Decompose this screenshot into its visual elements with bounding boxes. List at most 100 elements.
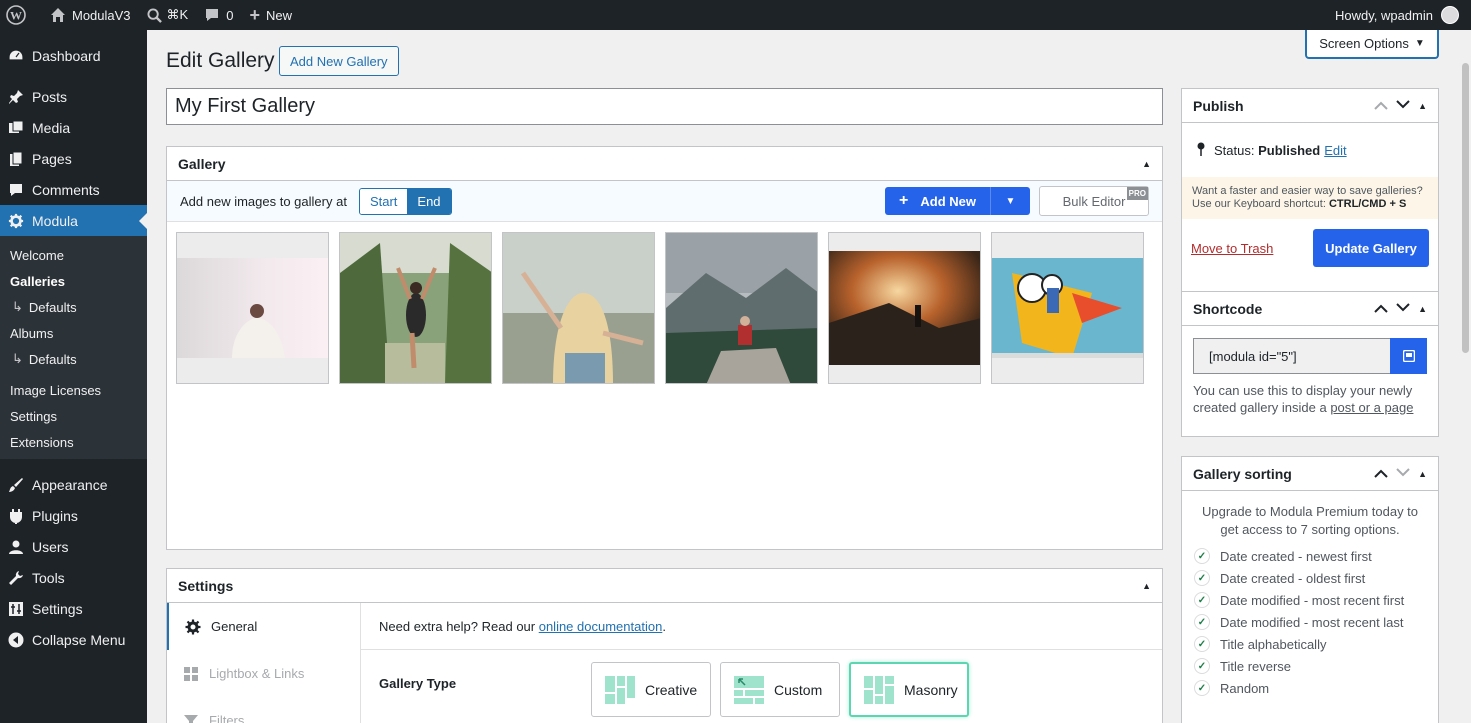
bulk-editor-button[interactable]: Bulk Editor PRO — [1039, 186, 1149, 216]
chevron-up-icon[interactable] — [1374, 301, 1388, 316]
tip-line-2: Use our Keyboard shortcut: CTRL/CMD + S — [1192, 198, 1428, 211]
menu-plugins[interactable]: Plugins — [0, 500, 147, 531]
chevron-up-icon[interactable] — [1374, 98, 1388, 113]
menu-appearance[interactable]: Appearance — [0, 469, 147, 500]
toggle-panel-icon[interactable]: ▲ — [1142, 581, 1151, 591]
sorting-option: ✓ Random — [1182, 677, 1438, 699]
menu-settings[interactable]: Settings — [0, 593, 147, 624]
new-label: New — [265, 7, 292, 23]
wordpress-logo-icon[interactable]: W — [0, 0, 34, 30]
masonry-layout-icon — [864, 675, 894, 704]
add-new-images-button[interactable]: + Add New ▼ — [885, 187, 1030, 215]
site-name-link[interactable]: ModulaV3 — [42, 0, 139, 30]
sub-arrow-icon: ↳ — [12, 351, 23, 366]
submenu-extensions-label: Extensions — [10, 434, 74, 450]
submenu-separator — [0, 374, 147, 375]
insert-end-button[interactable]: End — [407, 188, 451, 214]
menu-pages[interactable]: Pages — [0, 143, 147, 174]
gallery-type-masonry[interactable]: Masonry — [849, 662, 969, 717]
menu-dashboard[interactable]: Dashboard — [0, 40, 147, 71]
edit-status-link[interactable]: Edit — [1324, 143, 1346, 158]
gallery-type-custom[interactable]: Custom — [720, 662, 840, 717]
submenu-albums[interactable]: Albums — [0, 320, 147, 346]
submenu-image-licenses-label: Image Licenses — [10, 382, 102, 398]
wrench-icon — [8, 570, 24, 586]
gallery-image[interactable] — [828, 232, 981, 384]
tip-line-1: Want a faster and easier way to save gal… — [1192, 185, 1423, 197]
menu-comments[interactable]: Comments — [0, 174, 147, 205]
publish-postbox: Publish ▲ Status: Published Edit Want a … — [1181, 88, 1439, 300]
gallery-postbox-header[interactable]: Gallery ▲ — [167, 147, 1162, 181]
toggle-panel-icon[interactable]: ▲ — [1418, 304, 1427, 314]
publish-postbox-header[interactable]: Publish ▲ — [1182, 89, 1438, 123]
shortcode-input[interactable]: [modula id="5"] — [1193, 338, 1390, 374]
gallery-type-masonry-label: Masonry — [904, 681, 958, 698]
update-gallery-button[interactable]: Update Gallery — [1313, 229, 1429, 267]
toggle-panel-icon[interactable]: ▲ — [1418, 101, 1427, 111]
screen-options-button[interactable]: Screen Options ▼ — [1305, 30, 1439, 59]
submenu-gallery-defaults[interactable]: ↳ Defaults — [0, 294, 147, 320]
tab-filters[interactable]: Filters — [167, 697, 360, 723]
menu-tools[interactable]: Tools — [0, 562, 147, 593]
submenu-welcome[interactable]: Welcome — [0, 242, 147, 268]
submenu-album-defaults[interactable]: ↳ Defaults — [0, 346, 147, 372]
gallery-sorting-postbox-header[interactable]: Gallery sorting ▲ — [1182, 457, 1438, 491]
post-or-page-link[interactable]: post or a page — [1330, 400, 1413, 415]
pin-icon — [8, 89, 24, 105]
insert-start-button[interactable]: Start — [359, 188, 408, 214]
tab-filters-label: Filters — [209, 713, 245, 723]
gallery-title-input[interactable]: My First Gallery — [166, 88, 1163, 125]
chevron-down-icon[interactable] — [1396, 466, 1410, 481]
menu-modula[interactable]: Modula — [0, 205, 147, 236]
settings-postbox: Settings ▲ General Lightbox & Links Filt… — [166, 568, 1163, 723]
sub-arrow-icon: ↳ — [12, 299, 23, 314]
shortcode-postbox-header[interactable]: Shortcode ▲ — [1182, 292, 1438, 326]
add-new-images-main[interactable]: + Add New — [885, 187, 990, 215]
chevron-up-icon[interactable] — [1374, 466, 1388, 481]
chevron-down-icon[interactable]: ▼ — [990, 187, 1030, 215]
submenu-galleries[interactable]: Galleries — [0, 268, 147, 294]
copy-shortcode-button[interactable] — [1390, 338, 1427, 374]
howdy-user[interactable]: Howdy, wpadmin — [1335, 8, 1433, 23]
insert-position-toggle: Start End — [358, 187, 452, 215]
new-content-link[interactable]: + New — [241, 0, 300, 30]
add-new-gallery-button[interactable]: Add New Gallery — [279, 46, 399, 76]
move-to-trash-link[interactable]: Move to Trash — [1191, 241, 1273, 256]
pages-icon — [8, 151, 24, 167]
modula-gear-icon — [8, 213, 24, 229]
gallery-image[interactable] — [502, 232, 655, 384]
menu-posts[interactable]: Posts — [0, 81, 147, 112]
submenu-image-licenses[interactable]: Image Licenses — [0, 377, 147, 403]
toggle-panel-icon[interactable]: ▲ — [1418, 469, 1427, 479]
toggle-panel-icon[interactable]: ▲ — [1142, 159, 1151, 169]
help-row: Need extra help? Read our online documen… — [361, 603, 1162, 650]
chevron-down-icon[interactable] — [1396, 98, 1410, 113]
menu-users[interactable]: Users — [0, 531, 147, 562]
tab-general[interactable]: General — [167, 603, 360, 650]
menu-media[interactable]: Media — [0, 112, 147, 143]
tab-lightbox-links-label: Lightbox & Links — [209, 666, 305, 681]
tab-lightbox-links[interactable]: Lightbox & Links — [167, 650, 360, 697]
gallery-image[interactable] — [665, 232, 818, 384]
chevron-down-icon[interactable] — [1396, 301, 1410, 316]
bulk-editor-label: Bulk Editor — [1062, 193, 1126, 209]
gallery-type-label: Gallery Type — [379, 676, 457, 691]
online-documentation-link[interactable]: online documentation — [539, 619, 663, 634]
gallery-type-creative[interactable]: Creative — [591, 662, 711, 717]
page-scrollbar[interactable] — [1462, 63, 1469, 353]
gallery-image[interactable] — [339, 232, 492, 384]
creative-layout-icon — [605, 675, 635, 704]
submenu-settings[interactable]: Settings — [0, 403, 147, 429]
sorting-option: ✓ Date created - newest first — [1182, 545, 1438, 567]
submenu-extensions[interactable]: Extensions — [0, 429, 147, 455]
gallery-image[interactable] — [176, 232, 329, 384]
plus-icon: + — [249, 4, 260, 25]
menu-posts-label: Posts — [32, 88, 68, 105]
gallery-image[interactable] — [991, 232, 1144, 384]
avatar[interactable] — [1441, 6, 1459, 24]
menu-collapse[interactable]: Collapse Menu — [0, 624, 147, 655]
submenu-gallery-defaults-label: Defaults — [28, 299, 77, 315]
comments-link[interactable]: 0 — [196, 0, 241, 30]
search-shortcut[interactable]: ⌘K — [139, 0, 197, 30]
settings-postbox-header[interactable]: Settings ▲ — [167, 569, 1162, 603]
